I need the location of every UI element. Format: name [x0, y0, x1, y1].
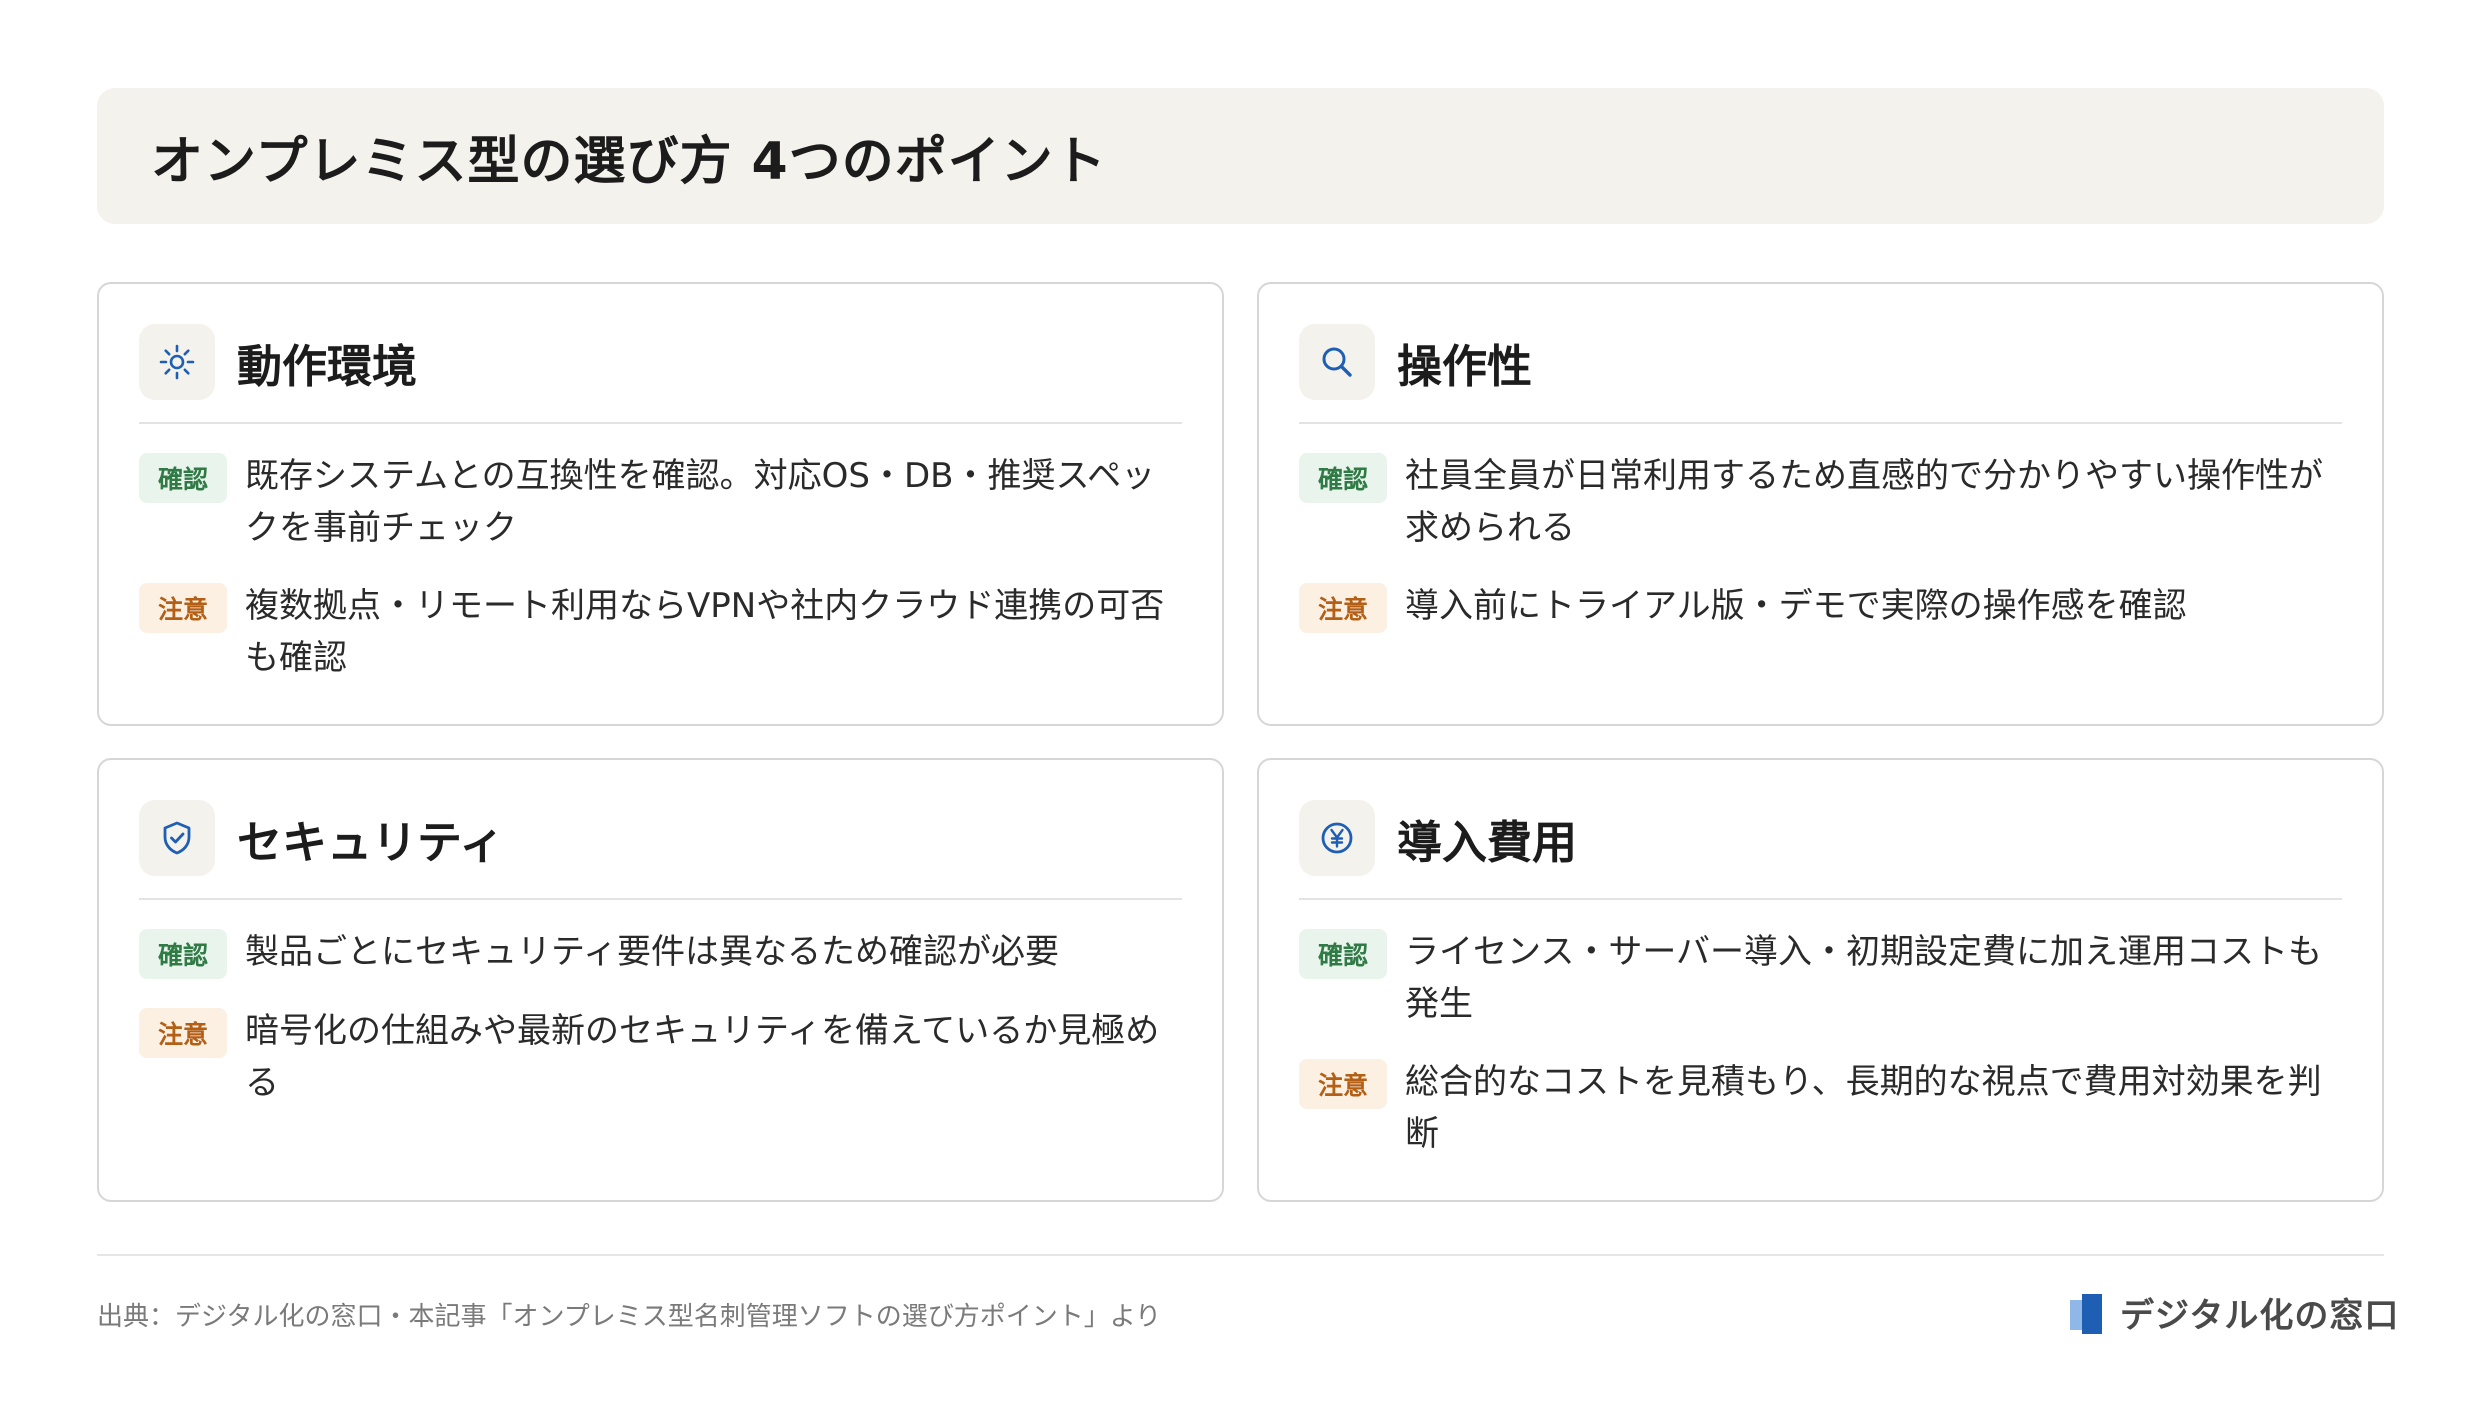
window-logo-icon: [2070, 1293, 2102, 1334]
card-title: 操作性: [1397, 339, 1533, 393]
title-banner: オンプレミス型の選び方 4つのポイント: [97, 88, 2384, 224]
divider: [139, 898, 1182, 900]
caution-badge: 注意: [1299, 583, 1387, 633]
item-text: 製品ごとにセキュリティ要件は異なるため確認が必要: [245, 932, 1059, 972]
list-item: 確認 製品ごとにセキュリティ要件は異なるため確認が必要: [139, 926, 1182, 979]
card-operating-environment: 動作環境 確認 既存システムとの互換性を確認。対応OS・DB・推奨スペックを事前…: [97, 282, 1224, 726]
card-title: セキュリティ: [237, 815, 505, 869]
confirm-badge: 確認: [1299, 929, 1387, 979]
card-header: 動作環境: [139, 322, 1182, 402]
item-text: 複数拠点・リモート利用ならVPNや社内クラウド連携の可否も確認: [245, 586, 1165, 678]
list-item: 注意 暗号化の仕組みや最新のセキュリティを備えているか見極める: [139, 1005, 1182, 1109]
list-item: 確認 既存システムとの互換性を確認。対応OS・DB・推奨スペックを事前チェック: [139, 450, 1182, 554]
card-title: 動作環境: [237, 339, 418, 393]
brand-logo: デジタル化の窓口: [2068, 1288, 2399, 1337]
list-item: 注意 総合的なコストを見積もり、長期的な視点で費用対効果を判断: [1299, 1056, 2342, 1160]
list-item: 確認 社員全員が日常利用するため直感的で分かりやすい操作性が求められる: [1299, 450, 2342, 554]
item-text: ライセンス・サーバー導入・初期設定費に加え運用コストも発生: [1405, 932, 2322, 1024]
divider: [1299, 422, 2342, 424]
page-title: オンプレミス型の選び方 4つのポイント: [151, 131, 1107, 192]
gear-icon: [139, 324, 215, 400]
confirm-badge: 確認: [139, 453, 227, 503]
source-citation: 出典：デジタル化の窓口・本記事「オンプレミス型名刺管理ソフトの選び方ポイント」よ…: [97, 1302, 1162, 1332]
shield-check-icon: [139, 800, 215, 876]
card-title: 導入費用: [1397, 815, 1578, 869]
item-text: 導入前にトライアル版・デモで実際の操作感を確認: [1405, 586, 2187, 626]
item-text: 既存システムとの互換性を確認。対応OS・DB・推奨スペックを事前チェック: [245, 456, 1156, 548]
caution-badge: 注意: [139, 583, 227, 633]
card-usability: 操作性 確認 社員全員が日常利用するため直感的で分かりやすい操作性が求められる …: [1257, 282, 2384, 726]
card-security: セキュリティ 確認 製品ごとにセキュリティ要件は異なるため確認が必要 注意 暗号…: [97, 758, 1224, 1202]
caution-badge: 注意: [1299, 1059, 1387, 1109]
list-item: 確認 ライセンス・サーバー導入・初期設定費に加え運用コストも発生: [1299, 926, 2342, 1030]
yen-icon: [1299, 800, 1375, 876]
card-header: 導入費用: [1299, 798, 2342, 878]
footer-divider: [97, 1254, 2384, 1256]
divider: [139, 422, 1182, 424]
item-text: 暗号化の仕組みや最新のセキュリティを備えているか見極める: [245, 1011, 1160, 1103]
logo-text: デジタル化の窓口: [2120, 1296, 2400, 1336]
caution-badge: 注意: [139, 1008, 227, 1058]
list-item: 注意 導入前にトライアル版・デモで実際の操作感を確認: [1299, 580, 2342, 633]
card-cost: 導入費用 確認 ライセンス・サーバー導入・初期設定費に加え運用コストも発生 注意…: [1257, 758, 2384, 1202]
divider: [1299, 898, 2342, 900]
confirm-badge: 確認: [1299, 453, 1387, 503]
card-header: セキュリティ: [139, 798, 1182, 878]
item-text: 社員全員が日常利用するため直感的で分かりやすい操作性が求められる: [1405, 456, 2323, 548]
list-item: 注意 複数拠点・リモート利用ならVPNや社内クラウド連携の可否も確認: [139, 580, 1182, 684]
search-icon: [1299, 324, 1375, 400]
confirm-badge: 確認: [139, 929, 227, 979]
item-text: 総合的なコストを見積もり、長期的な視点で費用対効果を判断: [1405, 1062, 2322, 1154]
card-header: 操作性: [1299, 322, 2342, 402]
